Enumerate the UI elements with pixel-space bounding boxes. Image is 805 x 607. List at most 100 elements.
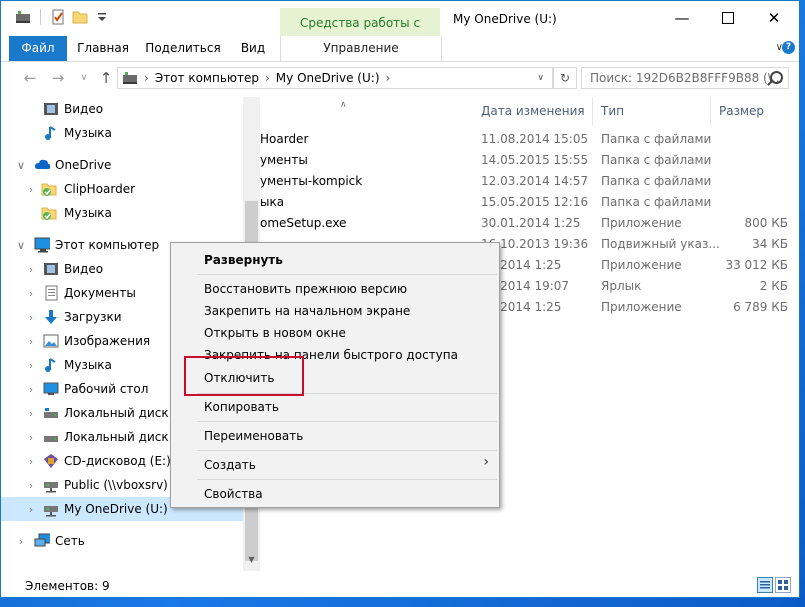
- title-bar: Средства работы с дисками My OneDrive (U…: [1, 1, 799, 60]
- chevron-right-icon[interactable]: ›: [25, 287, 37, 300]
- menu-item-restore-previous[interactable]: Восстановить прежнюю версию: [204, 282, 407, 296]
- refresh-button[interactable]: ↻: [553, 67, 577, 89]
- drive-icon[interactable]: [15, 9, 31, 25]
- column-header-date[interactable]: Дата изменения: [473, 97, 593, 125]
- network-icon: [34, 533, 50, 547]
- nav-item-video-quick[interactable]: Видео: [1, 97, 243, 121]
- file-list-header: ∧ Дата изменения Тип Размер: [260, 97, 800, 125]
- menu-item-expand[interactable]: Развернуть: [204, 253, 283, 267]
- menu-item-pin-start[interactable]: Закрепить на начальном экране: [204, 304, 410, 318]
- nav-item-cliphoarder[interactable]: › ClipHoarder: [1, 177, 243, 201]
- explorer-window: Средства работы с дисками My OneDrive (U…: [0, 0, 800, 598]
- cd-drive-icon: [44, 454, 58, 468]
- view-switcher: [757, 577, 791, 593]
- network-drive-icon: [44, 482, 58, 493]
- breadcrumb-current[interactable]: My OneDrive (U:): [276, 71, 380, 85]
- file-row[interactable]: omeSetup.exe 30.01.2014 1:25 Приложение …: [260, 213, 800, 234]
- contextual-group-label: Средства работы с дисками: [280, 8, 440, 60]
- tab-share[interactable]: Поделиться: [141, 36, 225, 61]
- file-row[interactable]: Hoarder 11.08.2014 15:05 Папка с файлами: [260, 129, 800, 150]
- nav-item-onedrive[interactable]: ∨ OneDrive: [1, 153, 243, 177]
- folder-synced-icon: [41, 207, 57, 220]
- documents-icon: [45, 285, 58, 301]
- chevron-right-icon[interactable]: ›: [25, 503, 37, 516]
- scroll-down-icon[interactable]: ▼: [243, 555, 260, 571]
- nav-item-music-quick[interactable]: Музыка: [1, 121, 243, 145]
- search-icon: [770, 71, 783, 84]
- up-arrow-icon[interactable]: ↑: [95, 67, 117, 89]
- drive-icon: [44, 408, 58, 418]
- chevron-right-icon[interactable]: ›: [25, 183, 37, 196]
- address-dropdown-icon[interactable]: ∨: [537, 73, 544, 83]
- file-row[interactable]: ументы 14.05.2015 15:55 Папка с файлами: [260, 150, 800, 171]
- network-drive-icon: [44, 506, 58, 517]
- maximize-button[interactable]: [705, 1, 751, 35]
- refresh-icon: ↻: [559, 71, 571, 85]
- search-input[interactable]: Поиск: 192D6B2B8FFF9B88 (\...: [581, 67, 789, 89]
- minimize-button[interactable]: —: [659, 1, 705, 35]
- menu-divider: [197, 421, 497, 422]
- chevron-right-icon[interactable]: ›: [25, 383, 37, 396]
- details-view-icon[interactable]: [757, 577, 773, 593]
- chevron-right-icon[interactable]: ›: [25, 455, 37, 468]
- chevron-right-icon[interactable]: ›: [25, 263, 37, 276]
- large-icons-view-icon[interactable]: [775, 577, 791, 593]
- breadcrumb-separator-icon[interactable]: ›: [265, 71, 270, 85]
- window-title: My OneDrive (U:): [453, 12, 557, 26]
- cloud-icon: [35, 159, 50, 169]
- download-icon: [45, 310, 57, 324]
- breadcrumb-separator-icon[interactable]: ›: [144, 71, 149, 85]
- computer-icon: [34, 237, 50, 253]
- chevron-right-icon[interactable]: ›: [15, 535, 27, 548]
- address-bar[interactable]: › Этот компьютер › My OneDrive (U:) › ∨: [117, 67, 553, 89]
- close-button[interactable]: ✕: [751, 1, 797, 35]
- menu-divider: [197, 450, 497, 451]
- column-header-size[interactable]: Размер: [711, 97, 800, 125]
- menu-item-open-new-window[interactable]: Открыть в новом окне: [204, 326, 346, 340]
- video-icon: [44, 263, 58, 275]
- drive-icon: [44, 436, 58, 442]
- submenu-chevron-icon: ›: [483, 454, 489, 470]
- chevron-right-icon[interactable]: ›: [25, 479, 37, 492]
- forward-arrow-icon[interactable]: →: [47, 67, 69, 89]
- help-icon[interactable]: ?: [782, 41, 795, 54]
- drive-icon: [123, 72, 137, 84]
- search-placeholder: Поиск: 192D6B2B8FFF9B88 (\...: [590, 71, 784, 85]
- menu-item-rename[interactable]: Переименовать: [204, 429, 303, 443]
- chevron-right-icon[interactable]: ›: [25, 335, 37, 348]
- chevron-down-icon[interactable]: ∨: [15, 159, 27, 172]
- menu-item-create[interactable]: Создать: [204, 458, 256, 472]
- menu-divider: [197, 274, 497, 275]
- menu-item-copy[interactable]: Копировать: [204, 400, 279, 414]
- chevron-right-icon[interactable]: ›: [25, 431, 37, 444]
- customize-toolbar-icon[interactable]: [94, 9, 110, 25]
- column-header-name[interactable]: ∧: [260, 97, 473, 125]
- menu-item-properties[interactable]: Свойства: [204, 487, 263, 501]
- video-icon: [44, 103, 58, 115]
- highlight-box: [184, 356, 304, 396]
- back-arrow-icon[interactable]: ←: [19, 67, 41, 89]
- folder-synced-icon: [41, 183, 57, 196]
- file-row[interactable]: ыка 15.05.2015 12:16 Папка с файлами: [260, 192, 800, 213]
- tab-home[interactable]: Главная: [73, 36, 133, 61]
- properties-icon[interactable]: [50, 9, 66, 25]
- nav-item-onedrive-music[interactable]: Музыка: [1, 201, 243, 225]
- breadcrumb-this-pc[interactable]: Этот компьютер: [155, 71, 259, 85]
- file-row[interactable]: ументы-kompick 12.03.2014 14:57 Папка с …: [260, 171, 800, 192]
- breadcrumb-separator-icon[interactable]: ›: [386, 71, 391, 85]
- recent-locations-icon[interactable]: ∨: [73, 67, 95, 89]
- tab-manage[interactable]: Управление: [280, 36, 442, 61]
- chevron-right-icon[interactable]: ›: [25, 359, 37, 372]
- nav-item-network[interactable]: › Сеть: [1, 529, 243, 553]
- new-folder-icon[interactable]: [72, 9, 88, 25]
- toolbar-divider: [40, 9, 41, 25]
- close-icon: ✕: [767, 9, 781, 27]
- column-header-type[interactable]: Тип: [593, 97, 711, 125]
- chevron-right-icon[interactable]: ›: [25, 311, 37, 324]
- desktop-icon: [43, 382, 59, 395]
- tab-view[interactable]: Вид: [233, 36, 273, 61]
- chevron-down-icon[interactable]: ∨: [15, 239, 27, 252]
- menu-divider: [197, 479, 497, 480]
- tab-file[interactable]: Файл: [9, 36, 67, 61]
- chevron-right-icon[interactable]: ›: [25, 407, 37, 420]
